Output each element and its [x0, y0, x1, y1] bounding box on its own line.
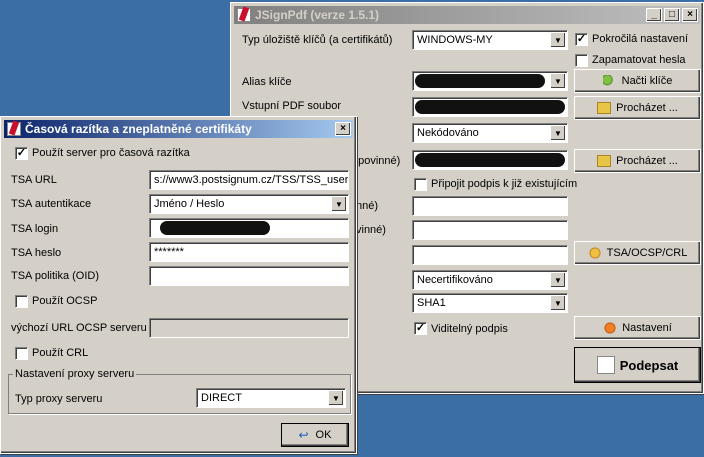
tsa-auth-select[interactable]: Jméno / Heslo ▼ — [149, 194, 349, 214]
owner-password-field[interactable] — [412, 196, 568, 216]
redacted-text — [415, 100, 565, 114]
hash-algorithm-select[interactable]: SHA1 ▼ — [412, 293, 568, 313]
visible-signature-label: Viditelný podpis — [431, 323, 508, 335]
tsa-auth-label: TSA autentikace — [11, 198, 92, 210]
redacted-text — [160, 221, 270, 235]
input-pdf-label: Vstupní PDF soubor — [242, 100, 342, 112]
use-crl-label: Použít CRL — [32, 347, 89, 359]
proxy-type-select[interactable]: DIRECT ▼ — [196, 388, 346, 408]
reason-field[interactable] — [412, 245, 568, 265]
tsa-password-field[interactable]: ******* — [149, 242, 349, 262]
optional-label-partial-2: nné) — [356, 200, 379, 212]
hash-algorithm-value: SHA1 — [417, 297, 446, 309]
advanced-settings-checkbox[interactable]: ✓ — [575, 33, 588, 46]
chevron-down-icon[interactable]: ▼ — [331, 196, 347, 212]
append-signature-checkbox[interactable] — [414, 178, 427, 191]
browse-output-label: Procházet ... — [616, 155, 678, 167]
ok-button[interactable]: ↩ OK — [281, 423, 349, 447]
folder-icon — [597, 102, 612, 114]
ocsp-url-field — [149, 318, 349, 338]
jsignpdf-app-icon — [7, 122, 21, 136]
encryption-value: Nekódováno — [417, 127, 479, 139]
key-alias-label: Alias klíče — [242, 76, 292, 88]
append-signature-label: Připojit podpis k již existujícím — [431, 178, 578, 190]
tsa-auth-value: Jméno / Heslo — [154, 198, 225, 210]
sign-button[interactable]: Podepsat — [574, 347, 701, 383]
tsa-login-label: TSA login — [11, 223, 59, 235]
use-ocsp-label: Použít OCSP — [32, 295, 98, 307]
proxy-group-label: Nastavení proxy serveru — [13, 368, 137, 380]
use-tsa-checkbox[interactable]: ✓ — [15, 147, 28, 160]
return-arrow-icon: ↩ — [298, 428, 309, 442]
certification-value: Necertifikováno — [417, 274, 493, 286]
minimize-icon[interactable]: _ — [646, 8, 662, 22]
remember-passwords-label: Zapamatovat hesla — [592, 54, 686, 66]
load-keys-label: Načti klíče — [621, 75, 673, 87]
chevron-down-icon[interactable]: ▼ — [550, 272, 566, 288]
tsa-dialog-title: Časová razítka a zneplatněné certifikáty — [25, 122, 252, 136]
tsa-policy-label: TSA politika (OID) — [11, 270, 100, 282]
tsa-url-label: TSA URL — [11, 174, 57, 186]
key-icon — [602, 75, 617, 87]
tsa-ocsp-crl-button[interactable]: TSA/OCSP/CRL — [574, 241, 701, 265]
keystore-type-value: WINDOWS-MY — [417, 34, 493, 46]
redacted-text — [415, 74, 545, 88]
user-password-field[interactable] — [412, 220, 568, 240]
optional-label-partial: epovinné) — [352, 155, 401, 167]
settings-label: Nastavení — [622, 322, 672, 334]
gear-icon — [603, 322, 618, 334]
keystore-type-select[interactable]: WINDOWS-MY ▼ — [412, 30, 568, 50]
chevron-down-icon[interactable]: ▼ — [550, 32, 566, 48]
input-pdf-field[interactable] — [412, 97, 568, 117]
visible-signature-checkbox[interactable]: ✓ — [414, 322, 427, 335]
key-alias-select[interactable]: ▼ — [412, 71, 568, 91]
tsa-policy-field[interactable] — [149, 266, 349, 286]
ocsp-url-label: výchozí URL OCSP serveru — [11, 322, 147, 334]
main-window-title: JSignPdf (verze 1.5.1) — [255, 8, 380, 22]
encryption-select[interactable]: Nekódováno ▼ — [412, 123, 568, 143]
output-pdf-field[interactable] — [412, 150, 568, 170]
use-ocsp-checkbox[interactable] — [15, 295, 28, 308]
chevron-down-icon[interactable]: ▼ — [328, 390, 344, 406]
load-keys-button[interactable]: Načti klíče — [574, 69, 701, 93]
keystore-type-label: Typ úložiště klíčů (a certifikátů) — [242, 34, 393, 46]
chevron-down-icon[interactable]: ▼ — [550, 125, 566, 141]
tsa-url-field[interactable]: s://www3.postsignum.cz/TSS/TSS_user/ — [149, 170, 349, 190]
advanced-settings-label: Pokročilá nastavení — [592, 33, 688, 45]
sign-label: Podepsat — [619, 357, 679, 373]
browse-input-button[interactable]: Procházet ... — [574, 96, 701, 120]
ok-label: OK — [315, 429, 332, 441]
use-crl-checkbox[interactable] — [15, 347, 28, 360]
browse-input-label: Procházet ... — [616, 102, 678, 114]
redacted-text — [415, 153, 565, 167]
sign-pen-icon — [596, 356, 615, 374]
proxy-type-label: Typ proxy serveru — [15, 393, 103, 405]
proxy-type-value: DIRECT — [201, 392, 242, 404]
main-titlebar[interactable]: JSignPdf (verze 1.5.1) _ □ × — [234, 6, 700, 24]
maximize-icon[interactable]: □ — [664, 8, 680, 22]
close-icon[interactable]: × — [682, 8, 698, 22]
jsignpdf-app-icon — [237, 8, 251, 22]
chevron-down-icon[interactable]: ▼ — [550, 295, 566, 311]
tsa-dialog: Časová razítka a zneplatněné certifikáty… — [0, 116, 357, 454]
tsa-button-label: TSA/OCSP/CRL — [606, 247, 688, 259]
chevron-down-icon[interactable]: ▼ — [550, 73, 566, 89]
browse-output-button[interactable]: Procházet ... — [574, 149, 701, 173]
remember-passwords-checkbox[interactable] — [575, 54, 588, 67]
certification-select[interactable]: Necertifikováno ▼ — [412, 270, 568, 290]
tsa-dialog-titlebar[interactable]: Časová razítka a zneplatněné certifikáty… — [4, 120, 353, 138]
use-tsa-label: Použít server pro časová razítka — [32, 147, 190, 159]
settings-button[interactable]: Nastavení — [574, 316, 701, 340]
optional-label-partial-3: vinné) — [356, 224, 386, 236]
close-icon[interactable]: × — [335, 122, 351, 136]
clock-icon — [587, 247, 602, 259]
tsa-login-field[interactable] — [149, 218, 349, 238]
tsa-password-label: TSA heslo — [11, 247, 62, 259]
folder-icon — [597, 155, 612, 167]
